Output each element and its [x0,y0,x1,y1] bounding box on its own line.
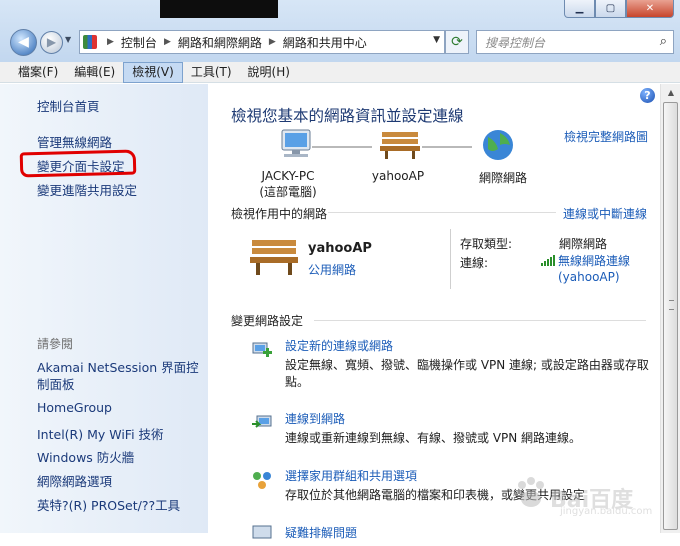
sidebar-advanced-sharing[interactable]: 變更進階共用設定 [37,180,137,199]
see-also-label: 請參閱 [37,337,74,351]
wireless-connection-link[interactable]: 無線網路連線 (yahooAP) [558,253,648,285]
highlight-annotation [19,149,137,178]
breadcrumb-control-panel[interactable]: 控制台 [121,34,157,51]
menu-bar: 檔案(F) 編輯(E) 檢視(V) 工具(T) 說明(H) [0,61,680,83]
active-network-heading: 檢視作用中的網路 [231,207,328,221]
view-full-map-link[interactable]: 檢視完整網路圖 [564,128,648,145]
close-button[interactable]: ✕ [626,0,674,18]
refresh-icon[interactable]: ⟳ [445,30,469,54]
menu-edit[interactable]: 編輯(E) [66,62,123,83]
divider [450,229,451,289]
access-type-label: 存取類型: [460,237,513,251]
node-label: JACKY-PC [261,169,315,183]
see-also-proset[interactable]: 英特?(R) PROSet/??工具 [37,495,180,514]
menu-file[interactable]: 檔案(F) [10,62,66,83]
vertical-scrollbar[interactable]: ▲ [660,84,680,533]
access-type-value: 網際網路 [559,237,608,251]
see-also-akamai[interactable]: Akamai NetSession 界面控制面板 [37,359,202,393]
back-button[interactable]: ◀ [10,29,37,56]
connection-line [422,146,472,148]
search-input[interactable]: 搜尋控制台 ⌕ [476,30,674,54]
page-title: 檢視您基本的網路資訊並設定連線 [231,107,464,125]
window-chrome: ▁ ▢ ✕ ◀ ▶ ▼ ▶ 控制台 ▶ 網路和網際網路 ▶ 網路和共用中心 ▼ … [0,0,680,62]
network-type-link[interactable]: 公用網路 [308,261,356,278]
bench-icon [380,132,420,159]
breadcrumb-network-sharing-center[interactable]: 網路和共用中心 [283,34,367,51]
menu-view[interactable]: 檢視(V) [123,61,183,83]
node-internet: 網際網路 [478,171,527,185]
task-connect-network: 連線到網路 連線或重新連線到無線、有線、撥號或 VPN 網路連線。 [285,410,650,447]
recent-pages-dropdown-icon[interactable]: ▼ [65,35,75,44]
troubleshoot-icon [252,525,272,539]
title-bar-redaction [160,0,278,18]
menu-tools[interactable]: 工具(T) [183,62,240,83]
scroll-up-icon[interactable]: ▲ [664,86,678,100]
sidebar-control-panel-home[interactable]: 控制台首頁 [37,96,100,115]
change-settings-heading: 變更網路設定 [231,314,304,328]
sidebar: 控制台首頁 管理無線網路 變更介面卡設定 變更進階共用設定 請參閱 Akamai… [0,84,208,533]
breadcrumb-separator-icon[interactable]: ▶ [164,37,171,47]
control-panel-icon [83,35,97,49]
maximize-button[interactable]: ▢ [595,0,626,18]
breadcrumb-separator-icon[interactable]: ▶ [269,37,276,47]
task-title-link[interactable]: 連線到網路 [285,410,650,427]
network-bench-icon [250,240,298,275]
main-content: ? 檢視您基本的網路資訊並設定連線 檢視完整網路圖 JACKY-PC (這部電腦… [208,84,660,540]
connect-disconnect-link[interactable]: 連線或中斷連線 [563,205,647,222]
baidu-watermark: Bai百度 jingyan.baidu.com [508,470,668,520]
task-title-link[interactable]: 設定新的連線或網路 [285,337,650,354]
scrollbar-grip-icon [669,300,674,310]
scrollbar-thumb[interactable] [663,102,678,530]
node-router: yahooAP [371,169,425,183]
connection-line [312,146,372,148]
globe-icon [483,130,513,160]
connection-label: 連線: [460,256,489,270]
help-icon[interactable]: ? [640,88,655,103]
menu-help[interactable]: 說明(H) [240,62,298,83]
see-also-intel-wifi[interactable]: Intel(R) My WiFi 技術 [37,424,164,443]
node-sub: (這部電腦) [259,185,317,199]
task-description: 連線或重新連線到無線、有線、撥號或 VPN 網路連線。 [285,431,582,445]
new-connection-icon [252,342,272,357]
wifi-signal-icon [541,255,555,266]
divider [314,320,646,321]
forward-button[interactable]: ▶ [40,31,63,54]
divider [328,212,556,213]
connect-network-icon [252,415,272,428]
minimize-button[interactable]: ▁ [564,0,595,18]
baidu-paw-icon [518,477,544,507]
homegroup-icon [253,472,271,489]
search-placeholder: 搜尋控制台 [485,36,546,50]
watermark-url: jingyan.baidu.com [560,506,653,517]
see-also-firewall[interactable]: Windows 防火牆 [37,447,134,466]
window-controls: ▁ ▢ ✕ [564,0,674,18]
breadcrumb-separator-icon[interactable]: ▶ [107,37,114,47]
search-icon[interactable]: ⌕ [660,34,667,49]
see-also-internet-options[interactable]: 網際網路選項 [37,471,112,490]
sidebar-manage-wireless[interactable]: 管理無線網路 [37,132,112,151]
task-setup-connection: 設定新的連線或網路 設定無線、寬頻、撥號、臨機操作或 VPN 連線; 或設定路由… [285,337,650,391]
breadcrumb: ▶ 控制台 ▶ 網路和網際網路 ▶ 網路和共用中心 [100,34,367,50]
network-name: yahooAP [308,241,372,256]
node-this-pc: JACKY-PC (這部電腦) [238,169,338,200]
see-also-homegroup[interactable]: HomeGroup [37,400,112,415]
breadcrumb-network-internet[interactable]: 網路和網際網路 [178,34,262,51]
address-bar[interactable]: ▶ 控制台 ▶ 網路和網際網路 ▶ 網路和共用中心 ▼ [79,30,445,54]
address-dropdown-icon[interactable]: ▼ [433,35,440,45]
task-description: 設定無線、寬頻、撥號、臨機操作或 VPN 連線; 或設定路由器或存取點。 [285,358,649,389]
